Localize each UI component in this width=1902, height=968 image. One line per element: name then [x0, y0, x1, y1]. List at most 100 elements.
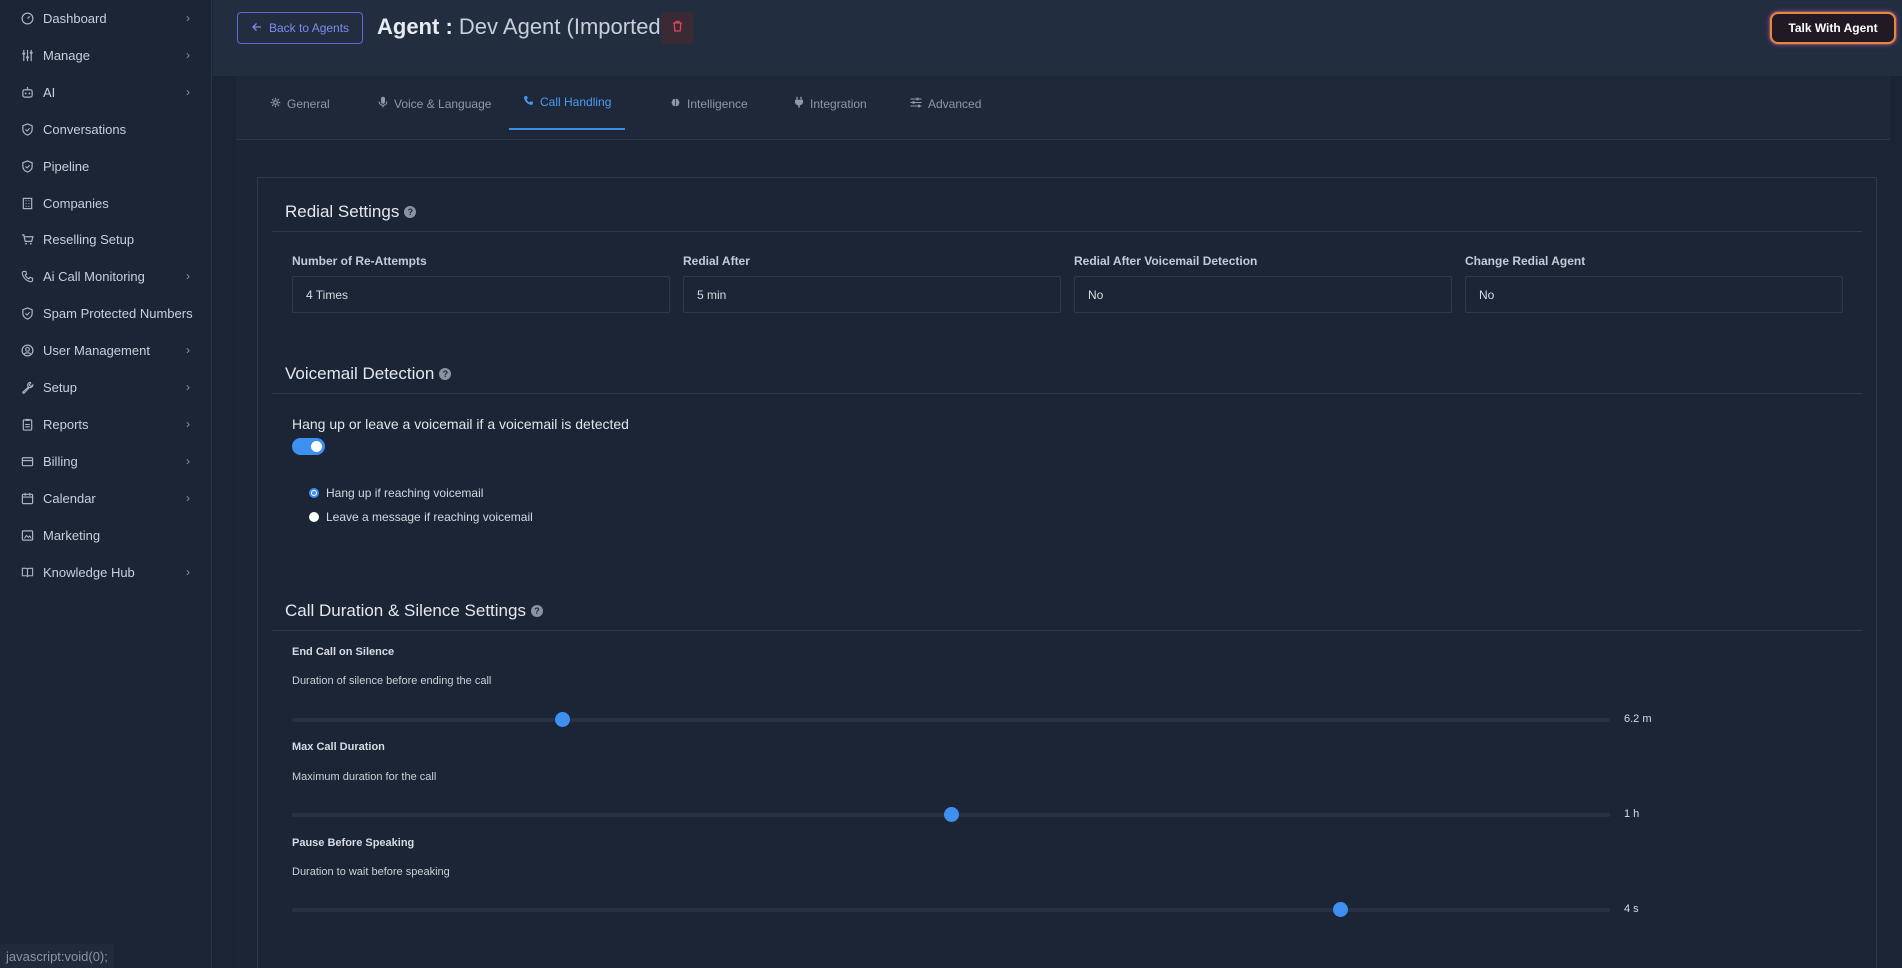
divider: [272, 231, 1862, 232]
chevron-right-icon: ›: [186, 454, 190, 468]
chevron-right-icon: ›: [186, 85, 190, 99]
redial-settings-heading: Redial Settings ?: [285, 202, 417, 222]
chevron-right-icon: ›: [186, 343, 190, 357]
redial-after-voicemail-select[interactable]: No: [1074, 276, 1452, 313]
sliders-icon: [910, 97, 922, 111]
calendar-icon: [20, 491, 34, 505]
voicemail-question: Hang up or leave a voicemail if a voicem…: [292, 416, 629, 432]
help-icon[interactable]: ?: [439, 368, 452, 380]
tab-label: General: [287, 96, 330, 111]
credit-card-icon: [20, 454, 34, 468]
robot-icon: [20, 85, 34, 99]
agent-name: Dev Agent (Imported): [458, 14, 668, 39]
sidebar-item-label: Pipeline: [43, 158, 90, 174]
sidebar-item-label: Knowledge Hub: [43, 564, 135, 580]
sidebar-item-companies[interactable]: Companies: [0, 188, 212, 218]
user-circle-icon: [20, 343, 34, 357]
wrench-icon: [20, 380, 34, 394]
slider-thumb[interactable]: [944, 807, 959, 822]
radio-leave-message[interactable]: Leave a message if reaching voicemail: [309, 510, 533, 524]
trash-icon: [672, 19, 683, 37]
sidebar-item-conversations[interactable]: Conversations: [0, 114, 212, 144]
tab-label: Voice & Language: [394, 96, 492, 111]
chevron-right-icon: ›: [186, 48, 190, 62]
sidebar-item-ai[interactable]: AI ›: [0, 77, 212, 107]
slider-thumb[interactable]: [1332, 902, 1348, 917]
max-call-duration-slider[interactable]: [292, 807, 1610, 822]
radio-hang-up[interactable]: Hang up if reaching voicemail: [309, 486, 483, 500]
re-attempts-select[interactable]: 4 Times: [292, 276, 670, 313]
help-icon[interactable]: ?: [404, 206, 417, 218]
end-call-on-silence-slider[interactable]: [292, 712, 1610, 727]
tab-advanced[interactable]: Advanced: [896, 76, 995, 131]
sidebar-item-label: AI: [43, 84, 56, 100]
sidebar-item-manage[interactable]: Manage ›: [0, 40, 212, 70]
pause-before-speaking-slider[interactable]: [292, 902, 1610, 917]
shield-icon: [20, 122, 34, 136]
sidebar-item-label: Conversations: [43, 121, 127, 137]
tab-general[interactable]: General: [256, 76, 344, 131]
agent-title-label: Agent :: [377, 14, 453, 39]
sidebar-item-label: Spam Protected Numbers: [43, 305, 193, 321]
tab-call-handling[interactable]: Call Handling: [509, 76, 626, 130]
sidebar-item-pipeline[interactable]: Pipeline: [0, 151, 212, 181]
brain-icon: [670, 97, 681, 111]
clipboard-icon: [20, 417, 34, 431]
sidebar-item-label: Companies: [43, 195, 109, 211]
slider-thumb[interactable]: [555, 712, 571, 727]
sidebar-item-reports[interactable]: Reports ›: [0, 409, 212, 439]
end-call-on-silence-label: End Call on Silence: [292, 646, 395, 658]
gear-icon: [270, 97, 281, 111]
sidebar-item-label: Calendar: [43, 490, 96, 506]
sidebar-item-setup[interactable]: Setup ›: [0, 372, 212, 402]
tab-integration[interactable]: Integration: [780, 76, 881, 131]
tab-label: Advanced: [928, 96, 982, 111]
back-to-agents-button[interactable]: Back to Agents: [237, 12, 364, 44]
slider-value: 6.2 m: [1624, 713, 1652, 725]
sidebar-item-label: Ai Call Monitoring: [43, 268, 145, 284]
sidebar-item-reselling-setup[interactable]: Reselling Setup: [0, 224, 212, 254]
sidebar-item-label: Manage: [43, 47, 90, 63]
radio-button-checked[interactable]: [309, 488, 319, 498]
help-icon[interactable]: ?: [530, 605, 543, 617]
book-icon: [20, 565, 34, 579]
voicemail-detection-heading: Voicemail Detection ?: [285, 364, 452, 384]
section-title-text: Voicemail Detection: [285, 364, 435, 383]
pause-before-speaking-label: Pause Before Speaking: [292, 837, 415, 849]
sidebar-item-label: Marketing: [43, 527, 101, 543]
shield-icon: [20, 159, 34, 173]
radio-button[interactable]: [309, 512, 319, 522]
sidebar-item-marketing[interactable]: Marketing: [0, 520, 212, 550]
voicemail-toggle[interactable]: [292, 438, 325, 455]
end-call-on-silence-desc: Duration of silence before ending the ca…: [292, 675, 492, 687]
sidebar-item-knowledge-hub[interactable]: Knowledge Hub ›: [0, 557, 212, 587]
plug-icon: [794, 96, 804, 111]
change-redial-agent-select[interactable]: No: [1465, 276, 1843, 313]
call-duration-heading: Call Duration & Silence Settings ?: [285, 601, 543, 621]
radio-label: Leave a message if reaching voicemail: [326, 510, 533, 524]
slider-value: 1 h: [1624, 808, 1640, 820]
sidebar-item-dashboard[interactable]: Dashboard ›: [0, 3, 212, 33]
radio-label: Hang up if reaching voicemail: [326, 486, 484, 500]
gauge-icon: [20, 11, 34, 25]
sidebar-item-spam-protected-numbers[interactable]: Spam Protected Numbers: [0, 298, 212, 328]
max-call-duration-label: Max Call Duration: [292, 741, 385, 753]
back-to-agents-label: Back to Agents: [269, 21, 350, 35]
arrow-left-icon: [251, 21, 263, 36]
tab-voice-language[interactable]: Voice & Language: [364, 76, 505, 131]
delete-agent-button[interactable]: [661, 12, 694, 44]
section-title-text: Call Duration & Silence Settings: [285, 601, 526, 620]
redial-after-select[interactable]: 5 min: [683, 276, 1061, 313]
sidebar-item-ai-call-monitoring[interactable]: Ai Call Monitoring ›: [0, 261, 212, 291]
talk-with-agent-button[interactable]: Talk With Agent: [1770, 12, 1896, 44]
sidebar-item-calendar[interactable]: Calendar ›: [0, 483, 212, 513]
building-icon: [20, 196, 34, 210]
chevron-right-icon: ›: [186, 565, 190, 579]
tab-label: Intelligence: [687, 96, 748, 111]
status-bar-url: javascript:void(0);: [0, 944, 114, 968]
phone-icon: [20, 269, 34, 283]
sidebar-item-billing[interactable]: Billing ›: [0, 446, 212, 476]
sidebar-item-label: Billing: [43, 453, 78, 469]
tab-intelligence[interactable]: Intelligence: [656, 76, 762, 131]
sidebar-item-user-management[interactable]: User Management ›: [0, 335, 212, 365]
